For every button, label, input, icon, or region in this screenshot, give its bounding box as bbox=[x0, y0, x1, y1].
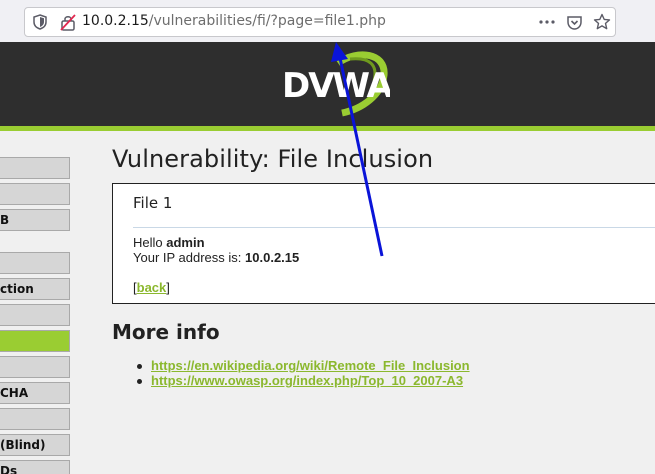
ip-value: 10.0.2.15 bbox=[245, 250, 300, 265]
bullet-icon bbox=[137, 379, 142, 384]
sidebar-item[interactable]: ction bbox=[0, 278, 70, 300]
sidebar-item[interactable] bbox=[0, 157, 70, 179]
pocket-icon[interactable] bbox=[566, 14, 583, 31]
shield-icon[interactable] bbox=[33, 14, 47, 30]
hello-line: Hello admin bbox=[133, 235, 205, 250]
owasp-link[interactable]: https://www.owasp.org/index.php/Top_10_2… bbox=[151, 373, 463, 388]
sidebar-item[interactable] bbox=[0, 408, 70, 430]
sidebar-item[interactable]: Ds bbox=[0, 460, 70, 474]
sidebar-item[interactable]: B bbox=[0, 209, 70, 231]
url-path: /vulnerabilities/fi/?page=file1.php bbox=[148, 13, 386, 29]
sidebar-item[interactable]: CHA bbox=[0, 382, 70, 404]
back-link[interactable]: back bbox=[137, 280, 167, 295]
insecure-lock-icon[interactable] bbox=[60, 14, 76, 31]
file-heading: File 1 bbox=[133, 194, 173, 212]
url-bar[interactable]: 10.0.2.15/vulnerabilities/fi/?page=file1… bbox=[24, 7, 616, 37]
sidebar-item[interactable] bbox=[0, 252, 70, 274]
url-text[interactable]: 10.0.2.15/vulnerabilities/fi/?page=file1… bbox=[82, 13, 386, 29]
divider bbox=[133, 227, 655, 228]
back-line: [back] bbox=[133, 280, 170, 295]
dvwa-logo: DVWA bbox=[282, 51, 390, 117]
sidebar-item[interactable]: (Blind) bbox=[0, 434, 70, 456]
ip-line: Your IP address is: 10.0.2.15 bbox=[133, 250, 299, 265]
bullet-icon bbox=[137, 364, 142, 369]
sidebar-item-file-inclusion[interactable] bbox=[0, 330, 70, 352]
vulnerability-box: File 1 Hello admin Your IP address is: 1… bbox=[112, 183, 655, 304]
wikipedia-link[interactable]: https://en.wikipedia.org/wiki/Remote_Fil… bbox=[151, 358, 470, 373]
bracket-close: ] bbox=[166, 280, 170, 295]
url-host: 10.0.2.15 bbox=[82, 13, 149, 29]
username: admin bbox=[166, 235, 205, 250]
logo-text: DVWA bbox=[282, 66, 390, 106]
ip-prefix: Your IP address is: bbox=[133, 250, 242, 265]
hello-prefix: Hello bbox=[133, 235, 163, 250]
sidebar-item[interactable] bbox=[0, 304, 70, 326]
sidebar-item[interactable] bbox=[0, 356, 70, 378]
more-actions-icon[interactable] bbox=[538, 14, 556, 30]
bookmark-star-icon[interactable] bbox=[593, 13, 611, 31]
more-info-heading: More info bbox=[112, 320, 220, 344]
browser-toolbar: 10.0.2.15/vulnerabilities/fi/?page=file1… bbox=[0, 0, 655, 42]
sidebar-item[interactable] bbox=[0, 183, 70, 205]
page-title: Vulnerability: File Inclusion bbox=[112, 145, 434, 173]
